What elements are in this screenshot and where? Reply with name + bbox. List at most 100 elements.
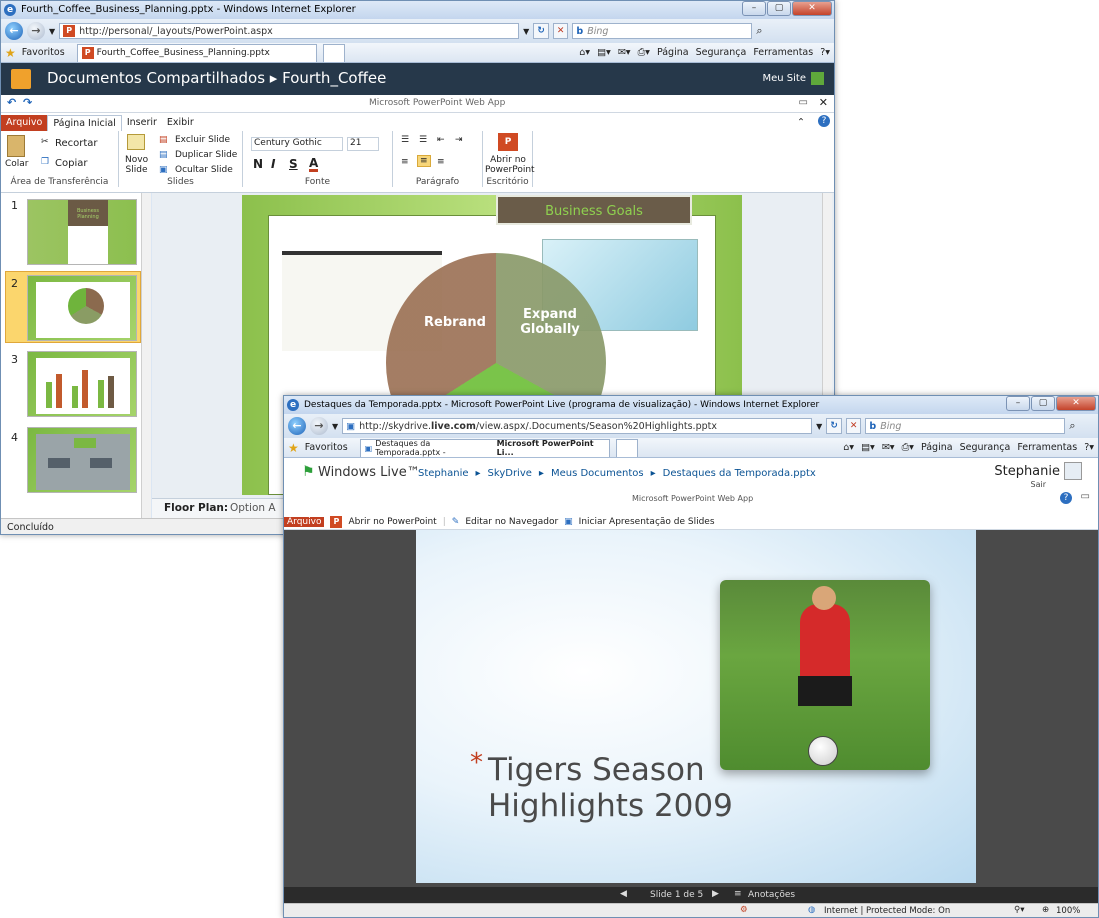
delete-slide-button[interactable]: Excluir Slide xyxy=(175,135,230,145)
crumb-documents[interactable]: Meus Documentos xyxy=(551,468,644,479)
home-icon[interactable]: ⌂▾ xyxy=(843,442,854,453)
decrease-indent-icon[interactable]: ⇤ xyxy=(437,135,445,145)
minimize-button[interactable]: – xyxy=(742,1,766,16)
search-icon[interactable]: ⌕ xyxy=(1069,419,1075,433)
fullscreen-icon[interactable]: ▭ xyxy=(1081,491,1090,502)
menu-ferramentas[interactable]: Ferramentas xyxy=(753,47,813,58)
maximize-button[interactable]: ▢ xyxy=(767,1,791,16)
cut-button[interactable]: Recortar xyxy=(55,138,98,149)
undo-icon[interactable]: ↶ xyxy=(7,96,16,109)
slide-thumbnail-3[interactable] xyxy=(27,351,137,417)
help-icon[interactable]: ?▾ xyxy=(1084,442,1094,453)
maximize-button[interactable]: ▢ xyxy=(1031,396,1055,411)
menu-ferramentas[interactable]: Ferramentas xyxy=(1017,442,1077,453)
help-icon[interactable]: ? xyxy=(818,115,830,127)
open-in-powerpoint-button[interactable]: Abrir no PowerPoint xyxy=(348,517,436,527)
minimize-button[interactable]: – xyxy=(1006,396,1030,411)
hide-slide-button[interactable]: Ocultar Slide xyxy=(175,165,233,175)
forward-arrow-icon[interactable]: → xyxy=(310,417,328,435)
next-slide-icon[interactable]: ▶ xyxy=(712,889,719,899)
bullets-icon[interactable]: ☰ xyxy=(401,135,409,145)
sign-out-link[interactable]: Sair xyxy=(1031,480,1047,489)
mail-icon[interactable]: ✉▾ xyxy=(882,442,895,453)
url-dropdown-icon[interactable]: ▼ xyxy=(523,27,529,36)
crumb-skydrive[interactable]: SkyDrive xyxy=(488,468,532,479)
font-size-select[interactable]: 21 xyxy=(347,137,379,151)
restore-icon[interactable]: ▭ xyxy=(799,97,808,108)
print-icon[interactable]: ⎙▾ xyxy=(638,47,650,58)
increase-indent-icon[interactable]: ⇥ xyxy=(455,135,463,145)
browser-tab[interactable]: P Fourth_Coffee_Business_Planning.pptx xyxy=(76,43,317,62)
url-dropdown-icon[interactable]: ▼ xyxy=(816,422,822,431)
help-icon[interactable]: ? xyxy=(1060,492,1072,504)
menu-seguranca[interactable]: Segurança xyxy=(960,442,1011,453)
close-doc-icon[interactable]: ✕ xyxy=(819,96,828,109)
meu-site-link[interactable]: Meu Site xyxy=(763,73,807,84)
duplicate-slide-button[interactable]: Duplicar Slide xyxy=(175,150,237,160)
notes-button[interactable]: Anotações xyxy=(748,890,795,900)
font-name-select[interactable]: Century Gothic xyxy=(251,137,343,151)
thumbnails-scrollbar[interactable] xyxy=(141,193,151,518)
forward-arrow-icon[interactable]: → xyxy=(27,22,45,40)
menu-pagina[interactable]: Página xyxy=(657,47,689,58)
add-ons-icon[interactable]: ⚲▾ xyxy=(1014,905,1025,915)
crumb-stephanie[interactable]: Stephanie xyxy=(418,468,469,479)
user-avatar[interactable] xyxy=(1064,462,1082,480)
open-in-powerpoint-button[interactable]: Abrir no PowerPoint xyxy=(485,155,535,175)
tab-arquivo[interactable]: Arquivo xyxy=(1,115,48,131)
refresh-icon[interactable]: ↻ xyxy=(533,23,549,39)
home-icon[interactable]: ⌂▾ xyxy=(579,47,590,58)
slide-thumbnail-2[interactable] xyxy=(27,275,137,341)
new-slide-button[interactable]: Novo Slide xyxy=(125,155,148,175)
paste-button[interactable]: Colar xyxy=(5,159,29,169)
tab-inserir[interactable]: Inserir xyxy=(122,115,162,131)
url-field[interactable]: ▣ http://skydrive.live.com/view.aspx/.Do… xyxy=(342,418,813,434)
menu-pagina[interactable]: Página xyxy=(921,442,953,453)
browser-tab[interactable]: ▣ Destaques da Temporada.pptx - Microsof… xyxy=(359,438,610,457)
start-slideshow-button[interactable]: Iniciar Apresentação de Slides xyxy=(579,517,715,527)
align-right-icon[interactable]: ≡ xyxy=(437,157,445,167)
feeds-icon[interactable]: ▤▾ xyxy=(861,442,875,453)
italic-button[interactable]: I xyxy=(271,157,275,171)
history-dropdown-icon[interactable]: ▼ xyxy=(332,422,338,431)
paste-icon[interactable] xyxy=(7,135,25,157)
bold-button[interactable]: N xyxy=(253,157,263,171)
copy-button[interactable]: Copiar xyxy=(55,158,87,169)
favorites-button[interactable]: Favoritos xyxy=(22,47,65,58)
history-dropdown-icon[interactable]: ▼ xyxy=(49,27,55,36)
stop-icon[interactable]: ✕ xyxy=(552,23,569,39)
previous-slide-icon[interactable]: ◀ xyxy=(620,889,627,899)
back-arrow-icon[interactable]: ← xyxy=(5,22,23,40)
stop-icon[interactable]: ✕ xyxy=(845,418,862,434)
align-center-icon[interactable]: ≡ xyxy=(417,155,431,167)
slide-thumbnail-4[interactable] xyxy=(27,427,137,493)
help-icon[interactable]: ?▾ xyxy=(820,47,830,58)
user-name[interactable]: Stephanie xyxy=(994,464,1060,479)
redo-icon[interactable]: ↷ xyxy=(23,96,32,109)
favorites-button[interactable]: Favoritos xyxy=(305,442,348,453)
menu-seguranca[interactable]: Segurança xyxy=(696,47,747,58)
print-icon[interactable]: ⎙▾ xyxy=(902,442,914,453)
search-icon[interactable]: ⌕ xyxy=(756,24,762,38)
tab-exibir[interactable]: Exibir xyxy=(162,115,199,131)
close-button[interactable]: ✕ xyxy=(792,1,832,16)
search-field[interactable]: b Bing xyxy=(572,23,753,39)
file-menu[interactable]: Arquivo xyxy=(284,516,325,527)
edit-in-browser-button[interactable]: Editar no Navegador xyxy=(465,517,558,527)
underline-button[interactable]: S xyxy=(289,157,298,171)
windows-live-brand[interactable]: Windows Live™ xyxy=(318,465,420,480)
tab-pagina-inicial[interactable]: Página Inicial xyxy=(47,115,122,131)
align-left-icon[interactable]: ≡ xyxy=(401,157,409,167)
zoom-level[interactable]: 100% xyxy=(1056,906,1080,916)
numbering-icon[interactable]: ☰ xyxy=(419,135,427,145)
url-field[interactable]: P http://personal/_layouts/PowerPoint.as… xyxy=(59,23,520,39)
slide-thumbnail-1[interactable]: Business Planning xyxy=(27,199,137,265)
new-tab-button[interactable] xyxy=(615,438,638,457)
mail-icon[interactable]: ✉▾ xyxy=(618,47,631,58)
back-arrow-icon[interactable]: ← xyxy=(288,417,306,435)
new-tab-button[interactable] xyxy=(322,43,345,62)
search-field[interactable]: b Bing xyxy=(865,418,1066,434)
feeds-icon[interactable]: ▤▾ xyxy=(597,47,611,58)
refresh-icon[interactable]: ↻ xyxy=(826,418,842,434)
font-color-button[interactable]: A xyxy=(309,157,319,172)
